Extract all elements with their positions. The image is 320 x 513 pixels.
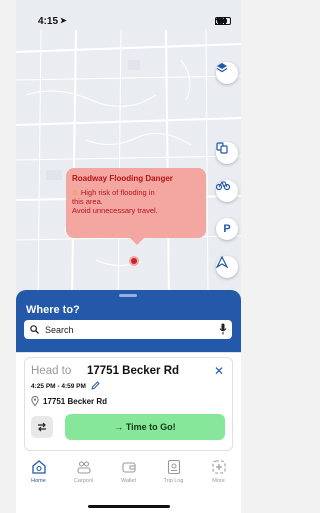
bike-button[interactable]: [216, 180, 238, 202]
more-icon: [210, 458, 228, 476]
close-icon[interactable]: ✕: [214, 364, 224, 378]
status-icons: [215, 17, 231, 25]
tab-trip-log-label: Trip Log: [163, 478, 184, 484]
transit-icon: [216, 142, 228, 154]
head-to-label: Head to: [31, 365, 72, 377]
search-input[interactable]: Search: [24, 320, 232, 339]
flood-alert-popup[interactable]: Roadway Flooding Danger ⚠ High risk of f…: [66, 168, 206, 245]
map-view[interactable]: 4:15 ➤ P Roadway Flooding Danger ⚠ High …: [16, 0, 241, 300]
tab-carpool-label: Carpool: [73, 478, 94, 484]
trip-card: Head to 17751 Becker Rd ✕ 4:25 PM - 4:59…: [24, 357, 233, 451]
trip-destination: 17751 Becker Rd: [87, 365, 180, 377]
tab-home-label: Home: [31, 478, 46, 484]
time-to-go-button[interactable]: → Time to Go!: [65, 414, 225, 440]
transit-button[interactable]: [216, 142, 238, 164]
tab-trip-log[interactable]: Trip Log: [154, 458, 194, 498]
layers-button[interactable]: [216, 62, 238, 84]
bottom-sheet: Where to? Search Head to 17751 Becker Rd…: [16, 290, 241, 513]
tab-carpool[interactable]: Carpool: [64, 458, 104, 498]
where-to-panel: Where to? Search: [16, 290, 241, 352]
trip-section: Head to 17751 Becker Rd ✕ 4:25 PM - 4:59…: [16, 352, 241, 452]
tab-more[interactable]: More: [199, 458, 239, 498]
where-to-title: Where to?: [26, 304, 80, 316]
alert-line-1-text: High risk of flooding in: [80, 188, 155, 197]
parking-icon: P: [223, 223, 231, 235]
home-indicator: [88, 505, 170, 508]
tab-home[interactable]: Home: [19, 458, 59, 498]
location-pin-icon: [31, 396, 39, 406]
layers-icon: [216, 63, 228, 73]
trip-time-window: 4:25 PM - 4:59 PM: [31, 383, 86, 390]
tab-wallet[interactable]: Wallet: [109, 458, 149, 498]
swap-button[interactable]: [31, 416, 53, 438]
flood-location-pin[interactable]: [129, 256, 139, 266]
phone-screen: 4:15 ➤ P Roadway Flooding Danger ⚠ High …: [16, 0, 241, 513]
navigate-button[interactable]: [216, 256, 238, 278]
edit-icon[interactable]: [91, 381, 100, 390]
bike-icon: [216, 181, 230, 190]
alert-title: Roadway Flooding Danger: [72, 174, 173, 183]
location-arrow-icon: ➤: [60, 16, 67, 25]
map-roads: [16, 0, 241, 300]
alert-line-1: ⚠ High risk of flooding in: [72, 188, 200, 197]
trip-address-row: 17751 Becker Rd: [31, 396, 107, 406]
search-placeholder: Search: [45, 324, 74, 335]
parking-button[interactable]: P: [216, 218, 238, 240]
navigate-icon: [216, 256, 228, 268]
battery-icon: [215, 17, 231, 25]
warning-icon: ⚠: [72, 188, 79, 197]
tab-bar: Home Carpool Wallet Trip Log More: [16, 458, 241, 498]
sheet-drag-handle[interactable]: [119, 294, 137, 297]
popup-arrow: [130, 238, 144, 245]
status-bar: 4:15 ➤: [16, 14, 241, 32]
status-time: 4:15: [38, 16, 59, 27]
search-icon: [30, 325, 39, 334]
wallet-icon: [120, 458, 138, 476]
trip-address: 17751 Becker Rd: [43, 396, 108, 406]
swap-icon: [38, 422, 46, 432]
microphone-icon[interactable]: [219, 323, 227, 335]
alert-line-2: this area.: [72, 197, 103, 206]
home-icon: [30, 458, 48, 476]
tab-more-label: More: [212, 478, 225, 484]
carpool-icon: [75, 458, 93, 476]
trip-log-icon: [165, 458, 183, 476]
tab-wallet-label: Wallet: [120, 478, 137, 484]
alert-line-3: Avoid unnecessary travel.: [72, 206, 158, 215]
